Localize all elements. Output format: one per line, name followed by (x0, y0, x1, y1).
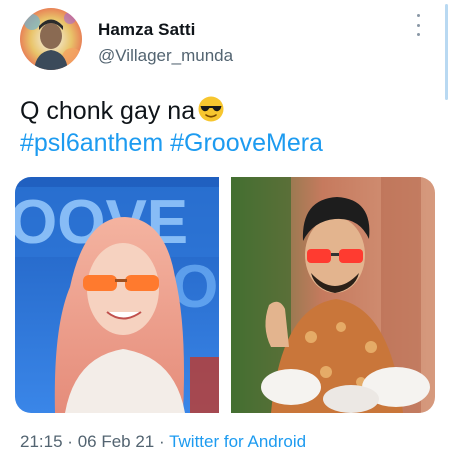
tweet-metadata: 21:15 · 06 Feb 21 · Twitter for Android (20, 432, 306, 452)
smiling-face-with-sunglasses-icon (197, 95, 225, 123)
hashtag-groovemera[interactable]: #GrooveMera (170, 129, 323, 157)
media-grid: OOVE OO (15, 177, 435, 413)
more-options-icon[interactable] (412, 14, 424, 36)
tweet-text: Q chonk gay na (20, 94, 225, 128)
tweet-time[interactable]: 21:15 (20, 432, 63, 451)
tweet-date[interactable]: 06 Feb 21 (78, 432, 155, 451)
meta-separator: · (158, 432, 165, 451)
tweet-photo-1[interactable]: OOVE OO (15, 177, 219, 413)
avatar[interactable] (20, 8, 82, 70)
hashtag-psl6anthem[interactable]: #psl6anthem (20, 129, 163, 157)
tweet-header: Hamza Satti @Villager_munda (20, 8, 440, 78)
meta-separator: · (67, 432, 73, 451)
tweet-photo-2[interactable] (231, 177, 435, 413)
display-name[interactable]: Hamza Satti (98, 20, 195, 40)
hashtag-line: #psl6anthem #GrooveMera (20, 126, 323, 160)
user-handle[interactable]: @Villager_munda (98, 46, 233, 66)
scrollbar[interactable] (445, 4, 448, 100)
tweet-body: Q chonk gay na (20, 97, 196, 125)
tweet-source-link[interactable]: Twitter for Android (169, 432, 306, 451)
